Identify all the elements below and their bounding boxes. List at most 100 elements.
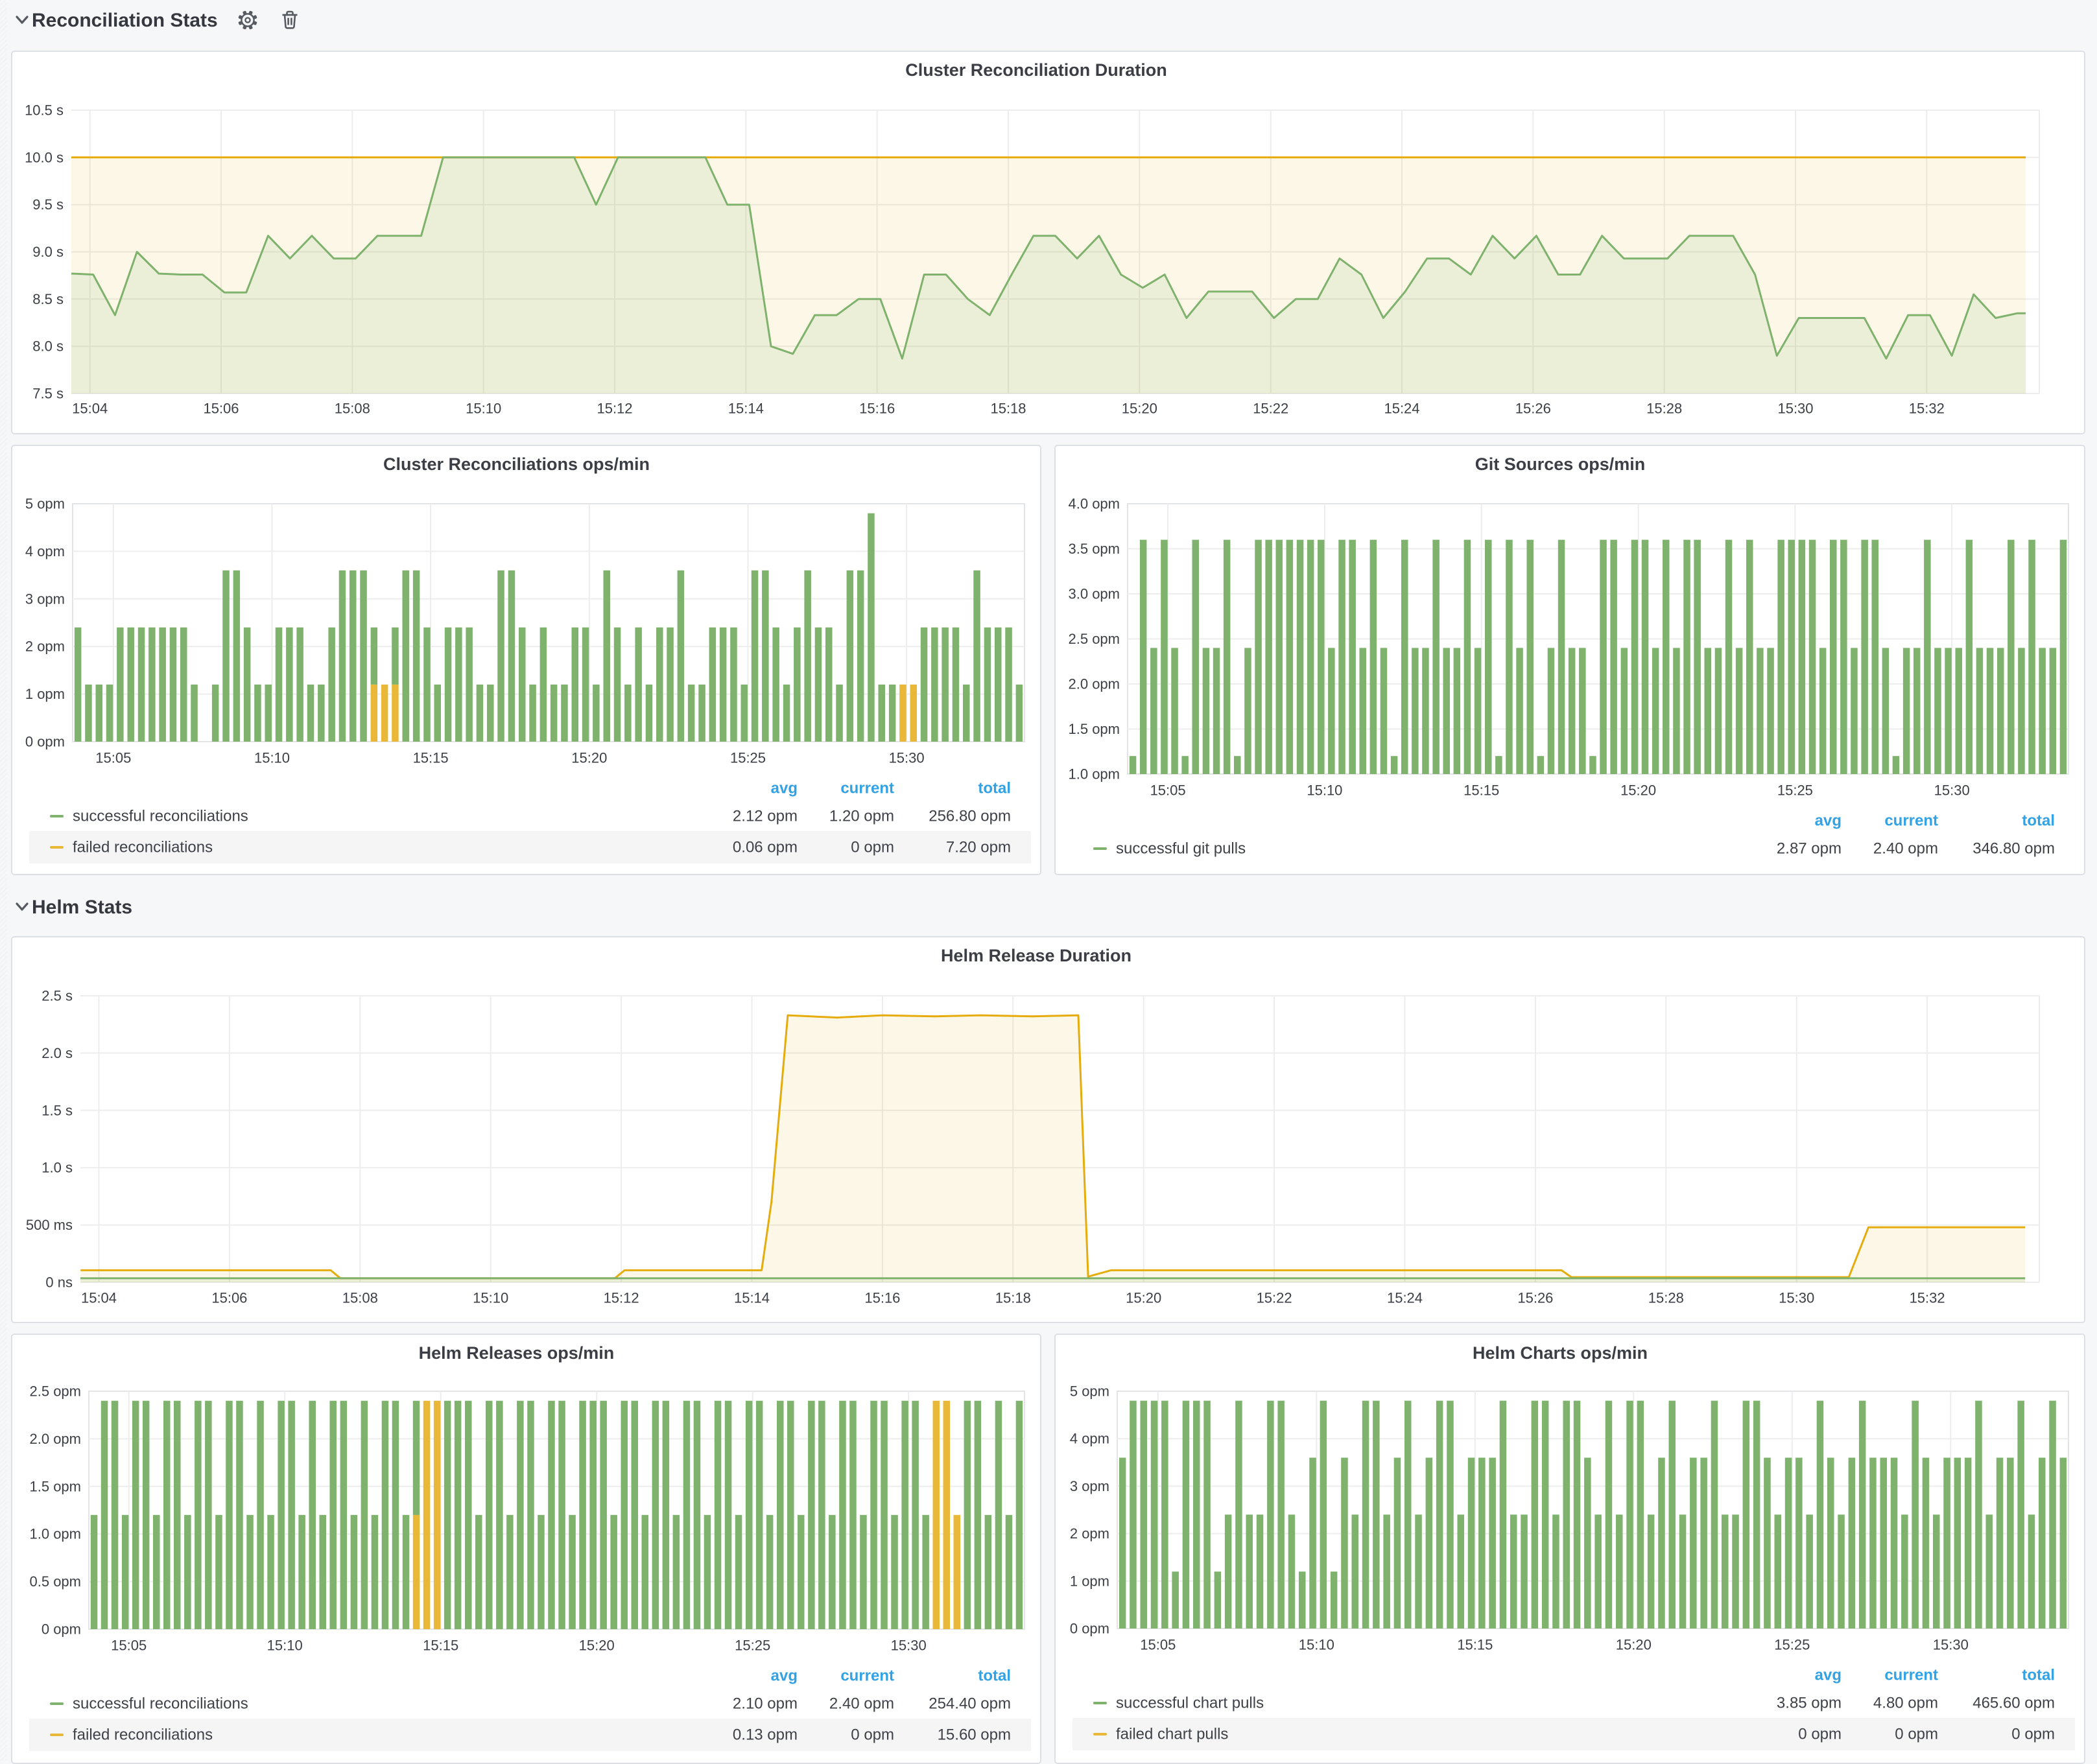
svg-text:2.10 opm: 2.10 opm: [733, 1695, 798, 1713]
svg-text:15:18: 15:18: [995, 1290, 1031, 1306]
svg-text:15:05: 15:05: [1150, 782, 1186, 799]
svg-text:15:15: 15:15: [1463, 782, 1499, 799]
svg-text:2.5 opm: 2.5 opm: [30, 1383, 82, 1400]
svg-text:avg: avg: [771, 1667, 798, 1685]
svg-text:5 opm: 5 opm: [25, 496, 65, 512]
svg-text:3.85 opm: 3.85 opm: [1777, 1695, 1842, 1712]
svg-text:15:30: 15:30: [1777, 401, 1813, 417]
svg-text:2.0 opm: 2.0 opm: [1069, 676, 1120, 692]
svg-text:15:20: 15:20: [1122, 401, 1157, 417]
svg-text:15:04: 15:04: [81, 1290, 117, 1306]
svg-text:total: total: [2022, 1667, 2055, 1684]
svg-text:10.0 s: 10.0 s: [25, 149, 64, 165]
svg-text:1.5 s: 1.5 s: [41, 1102, 73, 1118]
svg-text:15:20: 15:20: [1620, 782, 1656, 799]
svg-text:15:20: 15:20: [571, 750, 607, 766]
svg-text:8.0 s: 8.0 s: [32, 338, 64, 355]
svg-text:8.5 s: 8.5 s: [32, 291, 64, 307]
svg-text:15:10: 15:10: [267, 1638, 303, 1654]
svg-text:15:05: 15:05: [111, 1638, 147, 1654]
svg-text:15:28: 15:28: [1648, 1290, 1684, 1306]
svg-text:15:26: 15:26: [1515, 401, 1551, 417]
svg-text:5 opm: 5 opm: [1070, 1383, 1109, 1400]
svg-text:failed chart pulls: failed chart pulls: [1116, 1726, 1228, 1743]
svg-text:15:14: 15:14: [728, 401, 764, 417]
svg-text:15:30: 15:30: [1779, 1290, 1814, 1306]
svg-text:15:06: 15:06: [211, 1290, 247, 1306]
svg-text:4 opm: 4 opm: [25, 543, 65, 559]
svg-text:15:16: 15:16: [864, 1290, 900, 1306]
svg-text:2.0 s: 2.0 s: [41, 1045, 73, 1061]
svg-text:15:15: 15:15: [423, 1638, 458, 1654]
svg-text:3.5 opm: 3.5 opm: [1069, 541, 1120, 557]
svg-text:15:08: 15:08: [342, 1290, 378, 1306]
svg-text:15:26: 15:26: [1517, 1290, 1553, 1306]
svg-text:0.06 opm: 0.06 opm: [733, 839, 798, 856]
svg-text:2.40 opm: 2.40 opm: [829, 1695, 894, 1713]
svg-text:9.0 s: 9.0 s: [32, 244, 64, 260]
svg-text:15:12: 15:12: [597, 401, 632, 417]
svg-text:avg: avg: [1815, 812, 1842, 830]
svg-text:15:04: 15:04: [72, 401, 108, 417]
svg-text:current: current: [1884, 1667, 1938, 1684]
svg-text:1.0 opm: 1.0 opm: [30, 1526, 82, 1542]
svg-text:0 opm: 0 opm: [851, 839, 894, 856]
svg-text:15:06: 15:06: [203, 401, 239, 417]
svg-text:15:10: 15:10: [473, 1290, 508, 1306]
svg-text:500 ms: 500 ms: [26, 1217, 73, 1233]
svg-text:15:12: 15:12: [604, 1290, 639, 1306]
svg-text:Helm Charts ops/min: Helm Charts ops/min: [1473, 1343, 1648, 1363]
svg-text:Cluster Reconciliation Duratio: Cluster Reconciliation Duration: [905, 60, 1167, 80]
svg-text:3 opm: 3 opm: [1070, 1478, 1109, 1494]
svg-text:failed reconciliations: failed reconciliations: [73, 1726, 213, 1744]
svg-text:2 opm: 2 opm: [1070, 1525, 1109, 1542]
svg-text:1.5 opm: 1.5 opm: [1069, 721, 1120, 737]
svg-text:15:10: 15:10: [1307, 782, 1342, 799]
svg-text:2.40 opm: 2.40 opm: [1873, 840, 1938, 858]
svg-text:0.13 opm: 0.13 opm: [733, 1726, 798, 1744]
svg-text:1.0 s: 1.0 s: [41, 1160, 73, 1176]
svg-text:15:30: 15:30: [889, 750, 925, 766]
svg-text:15:20: 15:20: [579, 1638, 615, 1654]
svg-text:3 opm: 3 opm: [25, 591, 65, 607]
svg-text:4.80 opm: 4.80 opm: [1873, 1695, 1938, 1712]
svg-text:15:20: 15:20: [1616, 1637, 1652, 1653]
svg-text:successful reconciliations: successful reconciliations: [73, 1695, 248, 1713]
svg-text:2.0 opm: 2.0 opm: [30, 1431, 82, 1447]
svg-text:2 opm: 2 opm: [25, 639, 65, 655]
svg-text:total: total: [978, 780, 1011, 797]
svg-text:7.5 s: 7.5 s: [32, 386, 64, 402]
svg-text:0 opm: 0 opm: [1895, 1726, 1938, 1743]
svg-text:15:22: 15:22: [1253, 401, 1288, 417]
svg-text:15:22: 15:22: [1257, 1290, 1292, 1306]
svg-text:Helm Releases ops/min: Helm Releases ops/min: [419, 1343, 615, 1363]
svg-text:1.5 opm: 1.5 opm: [30, 1478, 82, 1494]
svg-text:15:16: 15:16: [859, 401, 895, 417]
svg-text:Git Sources ops/min: Git Sources ops/min: [1475, 454, 1646, 474]
svg-text:0 opm: 0 opm: [1798, 1726, 1842, 1743]
svg-text:Helm Release Duration: Helm Release Duration: [941, 946, 1131, 965]
svg-text:15:25: 15:25: [1777, 782, 1813, 799]
svg-text:avg: avg: [1815, 1667, 1842, 1684]
svg-text:15:08: 15:08: [335, 401, 370, 417]
svg-text:15:32: 15:32: [1909, 401, 1945, 417]
svg-text:successful chart pulls: successful chart pulls: [1116, 1695, 1264, 1712]
svg-text:15:24: 15:24: [1384, 401, 1419, 417]
svg-text:15:18: 15:18: [990, 401, 1026, 417]
svg-text:15:25: 15:25: [1774, 1637, 1810, 1653]
svg-text:15:10: 15:10: [254, 750, 290, 766]
svg-text:15:15: 15:15: [413, 750, 449, 766]
svg-text:0.5 opm: 0.5 opm: [30, 1573, 82, 1590]
svg-text:4 opm: 4 opm: [1070, 1431, 1109, 1447]
svg-text:15:24: 15:24: [1387, 1290, 1423, 1306]
svg-text:15:30: 15:30: [891, 1638, 927, 1654]
svg-text:15:05: 15:05: [95, 750, 131, 766]
svg-text:3.0 opm: 3.0 opm: [1069, 586, 1120, 602]
svg-text:0 opm: 0 opm: [2011, 1726, 2055, 1743]
svg-text:15:30: 15:30: [1933, 1637, 1969, 1653]
svg-text:1 opm: 1 opm: [1070, 1573, 1109, 1589]
svg-text:failed reconciliations: failed reconciliations: [73, 839, 213, 856]
svg-text:avg: avg: [771, 780, 798, 797]
svg-text:15:25: 15:25: [735, 1638, 770, 1654]
svg-text:2.5 s: 2.5 s: [41, 988, 73, 1004]
